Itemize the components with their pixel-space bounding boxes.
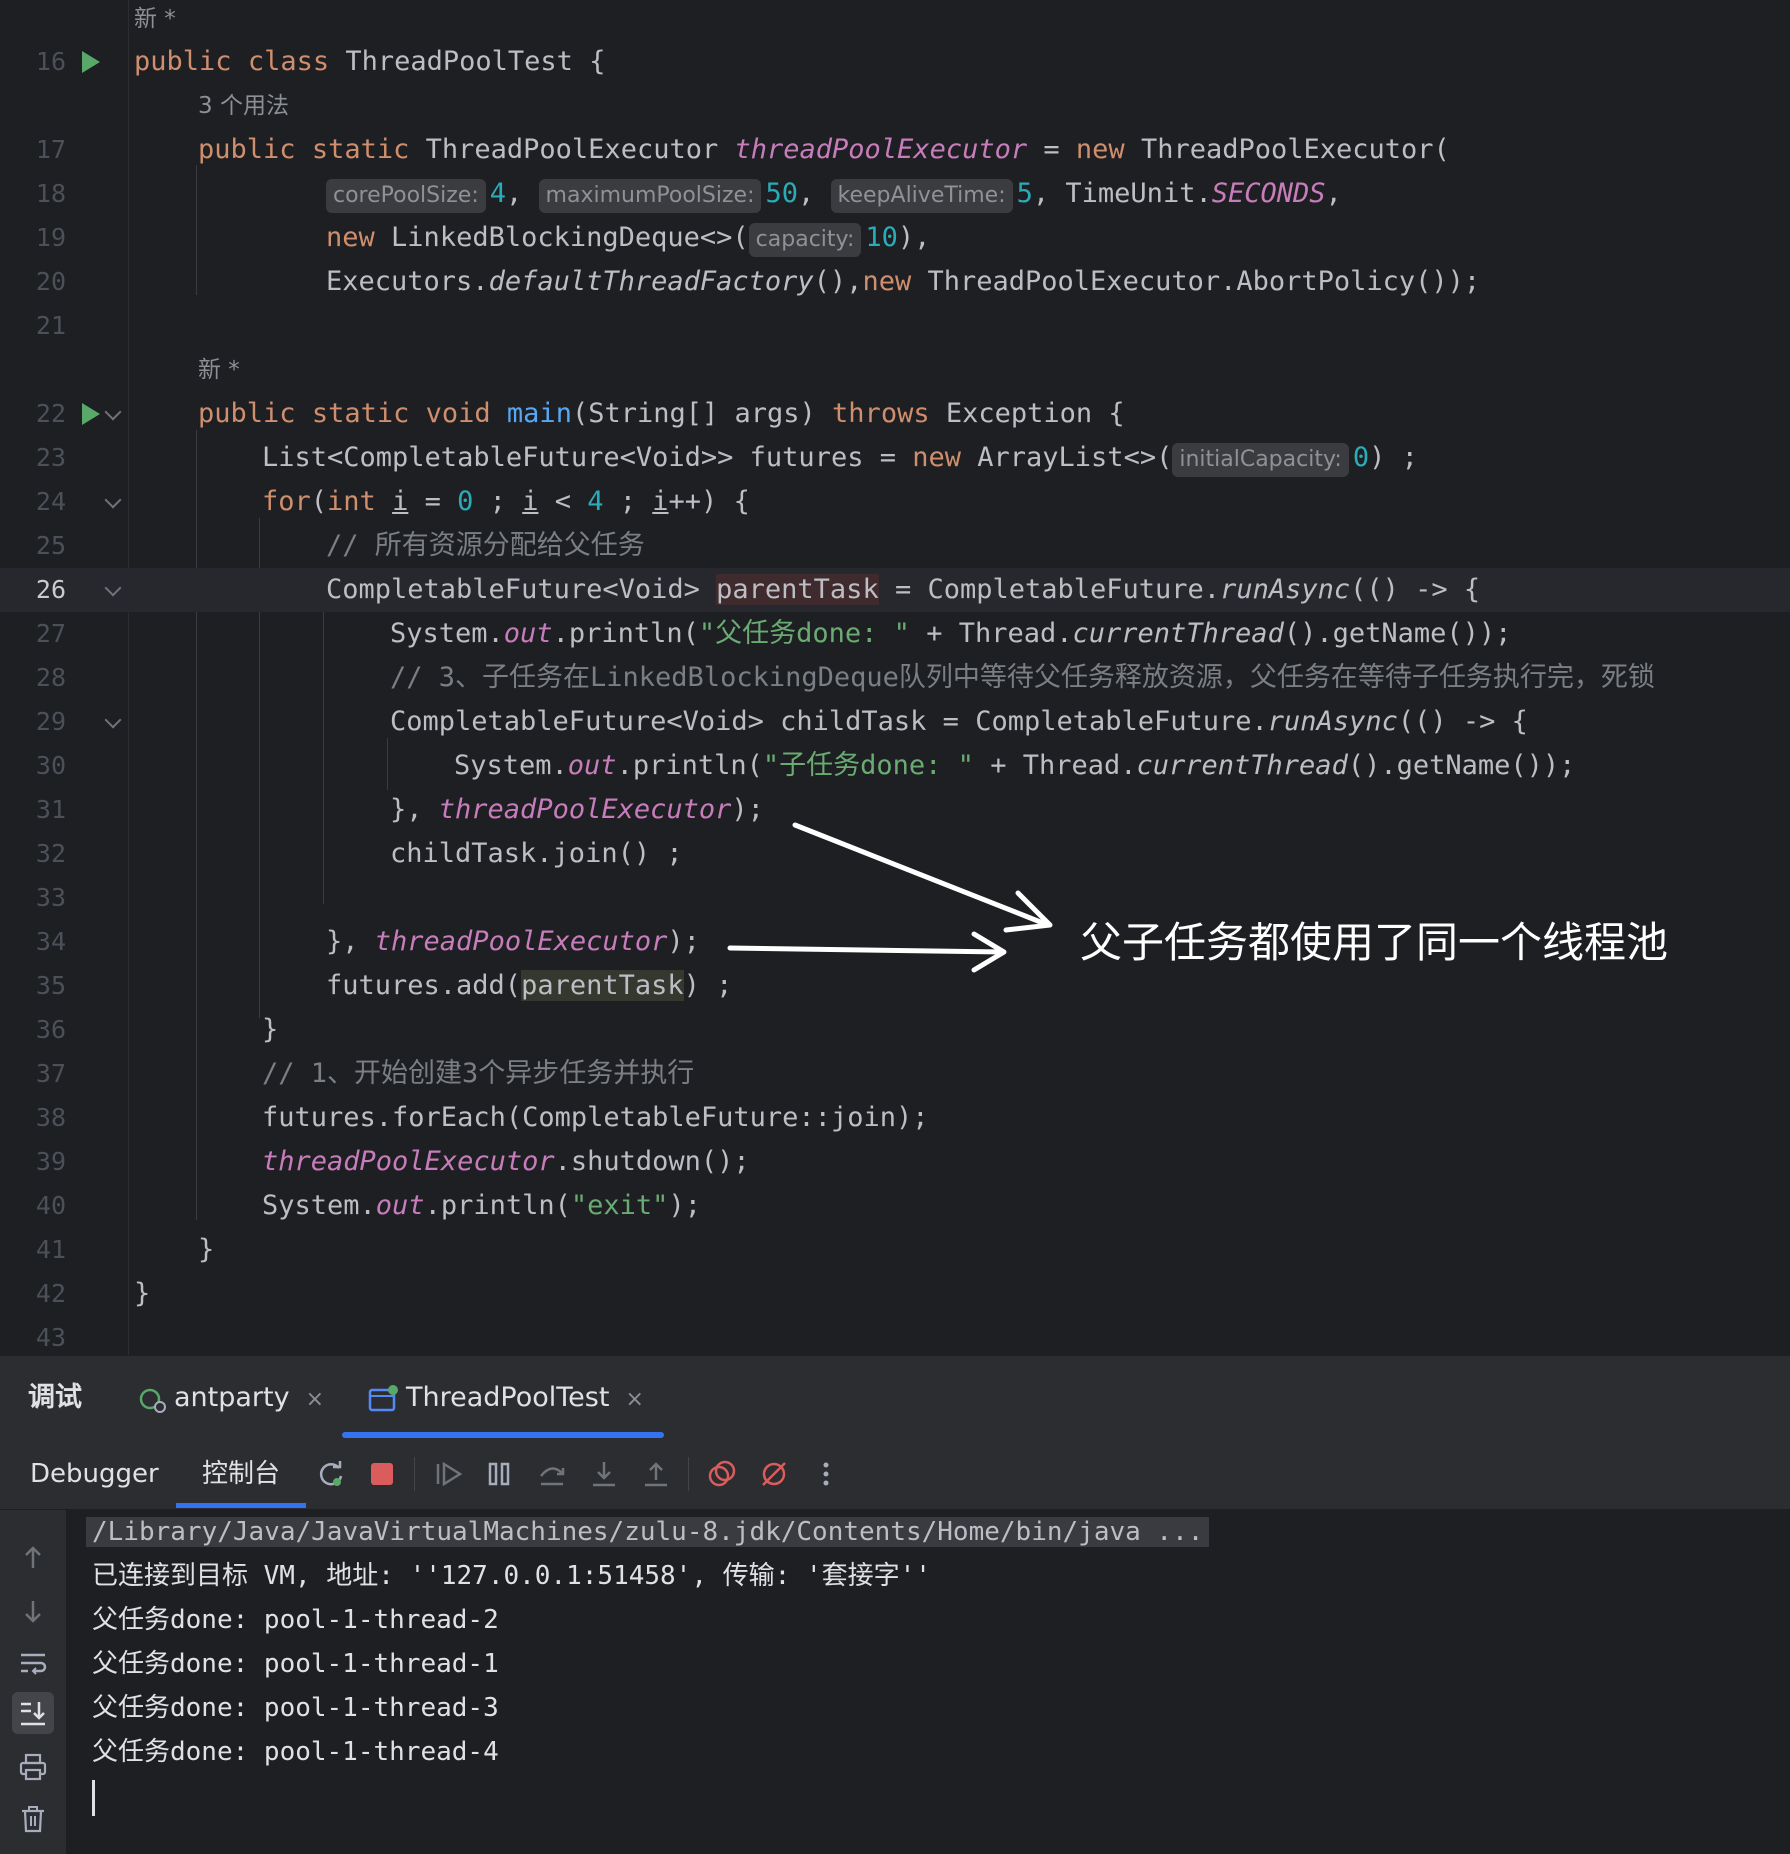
console-line: 父任务done: pool-1-thread-1 xyxy=(92,1649,499,1679)
ide-window: { "editor": { "lens_new": "新 *", "lens_u… xyxy=(0,0,1790,1854)
print-button[interactable] xyxy=(12,1746,54,1788)
console-output[interactable]: /Library/Java/JavaVirtualMachines/zulu-8… xyxy=(66,1510,1790,1854)
toolbar-divider xyxy=(414,1457,415,1491)
stop-button[interactable] xyxy=(364,1456,400,1492)
debug-tool-title: 调试 xyxy=(28,1382,82,1413)
resume-button[interactable] xyxy=(430,1456,466,1492)
rerun-button[interactable] xyxy=(313,1456,349,1492)
debug-config-icon xyxy=(139,1388,166,1413)
step-over-icon xyxy=(540,1467,565,1486)
printer-icon xyxy=(19,1753,47,1781)
step-out-icon xyxy=(645,1462,667,1487)
scroll-down-button[interactable] xyxy=(12,1590,54,1632)
toolbar-divider xyxy=(688,1457,689,1491)
more-options-button[interactable] xyxy=(808,1456,844,1492)
tab-debugger[interactable]: Debugger xyxy=(30,1439,159,1509)
arrow-line xyxy=(792,822,1051,928)
soft-wrap-button[interactable] xyxy=(12,1642,54,1684)
console-line-command[interactable]: /Library/Java/JavaVirtualMachines/zulu-8… xyxy=(86,1510,1210,1554)
console-line: 已连接到目标 VM, 地址: ''127.0.0.1:51458', 传输: '… xyxy=(92,1561,931,1591)
trash-icon xyxy=(22,1806,44,1833)
text-caret xyxy=(92,1780,95,1816)
pause-button[interactable] xyxy=(481,1456,517,1492)
close-icon[interactable]: × xyxy=(625,1387,643,1412)
mute-breakpoints-icon xyxy=(762,1462,786,1486)
step-into-button[interactable] xyxy=(586,1456,622,1492)
breakpoints-icon xyxy=(708,1460,736,1487)
active-tab-indicator xyxy=(176,1503,306,1508)
annotation-text: 父子任务都使用了同一个线程池 xyxy=(1080,918,1669,967)
pause-icon xyxy=(488,1462,510,1486)
console-line: 父任务done: pool-1-thread-2 xyxy=(92,1605,499,1635)
more-vertical-icon xyxy=(823,1462,829,1486)
arrow-down-icon xyxy=(25,1601,41,1623)
step-over-button[interactable] xyxy=(534,1456,570,1492)
tab-label: antparty xyxy=(174,1382,290,1413)
arrow-up-icon xyxy=(25,1546,41,1568)
step-out-button[interactable] xyxy=(638,1456,674,1492)
tab-antparty[interactable]: antparty × xyxy=(136,1356,324,1440)
annotation-arrows xyxy=(727,822,1053,973)
rerun-icon xyxy=(319,1461,343,1486)
active-tab-indicator xyxy=(342,1432,664,1438)
stop-icon xyxy=(371,1463,393,1485)
tab-threadpooltest[interactable]: ThreadPoolTest × xyxy=(366,1356,644,1440)
app-window-icon xyxy=(368,1384,398,1411)
debug-tool-window-tabs: 调试 antparty × ThreadPoolTest × xyxy=(0,1355,1790,1440)
arrow-line xyxy=(727,945,1006,955)
scroll-to-end-button[interactable] xyxy=(12,1692,54,1734)
console-line: 父任务done: pool-1-thread-4 xyxy=(92,1737,499,1767)
view-breakpoints-button[interactable] xyxy=(704,1456,740,1492)
tab-console[interactable]: 控制台 xyxy=(202,1439,280,1509)
tab-label: ThreadPoolTest xyxy=(406,1382,610,1413)
scroll-to-end-icon xyxy=(21,1702,45,1726)
console-side-toolbar xyxy=(0,1510,66,1854)
clear-console-button[interactable] xyxy=(12,1798,54,1840)
scroll-up-button[interactable] xyxy=(12,1537,54,1579)
resume-icon xyxy=(436,1461,463,1487)
soft-wrap-icon xyxy=(21,1653,47,1675)
console-line: 父任务done: pool-1-thread-3 xyxy=(92,1693,499,1723)
mute-breakpoints-button[interactable] xyxy=(756,1456,792,1492)
debug-toolbar: Debugger 控制台 xyxy=(0,1439,1790,1510)
close-icon[interactable]: × xyxy=(306,1387,324,1412)
step-into-icon xyxy=(593,1462,615,1487)
code-editor[interactable]: 新 * 16 public class ThreadPoolTest { 3 个… xyxy=(0,0,1790,1355)
